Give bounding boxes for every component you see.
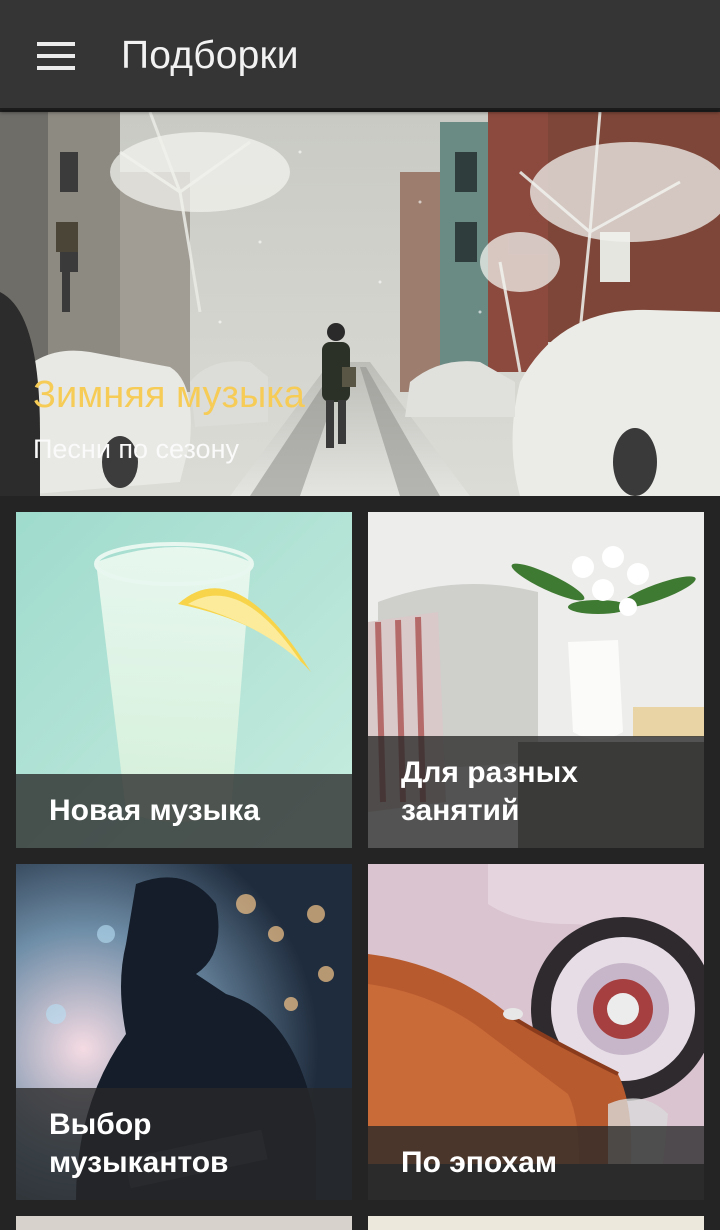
tile-caption: Новая музыка [16,774,352,848]
toolbar: Подборки [0,0,720,110]
featured-subtitle: Песни по сезону [33,434,239,464]
menu-button[interactable] [24,28,88,84]
app-screen: Подборки Зимняя музыка Песни по сезону Н… [0,0,720,1230]
tile-caption: По эпохам [368,1126,704,1200]
featured-collection-card[interactable]: Зимняя музыка Песни по сезону [0,112,720,496]
hamburger-menu-icon [37,42,75,70]
tile-label: По эпохам [401,1146,558,1179]
collection-tile-new-music[interactable]: Новая музыка [16,512,352,848]
collection-tile-musicians-choice[interactable]: Выбор музыкантов [16,864,352,1200]
collection-tile-partial[interactable] [16,1216,352,1230]
tile-label: Новая музыка [49,794,260,827]
tile-caption: Для разных занятий [368,736,704,848]
page-title: Подборки [121,34,299,77]
collection-tile-partial[interactable] [368,1216,704,1230]
tile-label: Для разных занятий [401,756,578,827]
tile-caption: Выбор музыкантов [16,1088,352,1200]
tile-label: Выбор музыкантов [49,1108,229,1179]
collection-tile-by-eras[interactable]: По эпохам [368,864,704,1200]
collection-tile-activities[interactable]: Для разных занятий [368,512,704,848]
featured-title: Зимняя музыка [33,374,305,416]
